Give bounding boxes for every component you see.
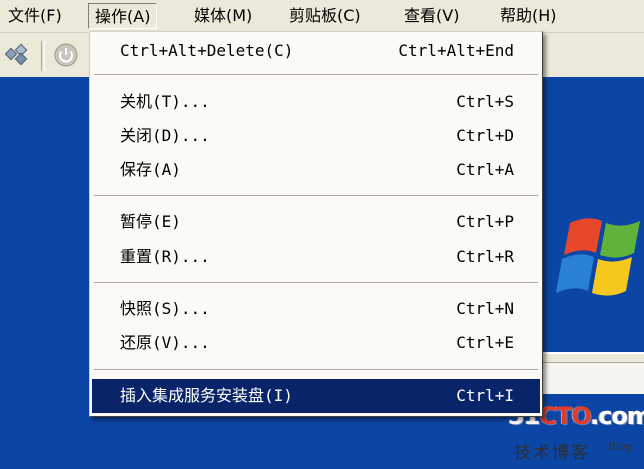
menu-item-insert-integration-services[interactable]: 插入集成服务安装盘(I) Ctrl+I (92, 379, 540, 413)
menu-item-label: Ctrl+Alt+Delete(C) (120, 41, 294, 60)
network-icon[interactable] (4, 41, 32, 69)
menu-item-shortcut: Ctrl+D (456, 126, 514, 145)
menu-item-label: 快照(S)... (120, 299, 210, 318)
menu-item-label: 插入集成服务安装盘(I) (120, 386, 293, 405)
menu-item-snapshot[interactable]: 快照(S)... Ctrl+N (92, 292, 540, 326)
menu-item-shortcut: Ctrl+P (456, 212, 514, 231)
menu-item-label: 关机(T)... (120, 92, 210, 111)
watermark-tagline: 技术博客 (514, 443, 590, 463)
menu-item-revert[interactable]: 还原(V)... Ctrl+E (92, 326, 540, 360)
menu-item-shortcut: Ctrl+Alt+End (398, 41, 514, 60)
menu-item-label: 暂停(E) (120, 212, 181, 231)
menu-item-pause[interactable]: 暂停(E) Ctrl+P (92, 205, 540, 239)
watermark-blog: Blog (608, 440, 633, 453)
watermark-brand-com: .com (590, 402, 644, 430)
toolbar-separator (41, 41, 45, 71)
menu-item-shortcut: Ctrl+R (456, 247, 514, 266)
windows-logo-icon (540, 205, 644, 315)
menu-separator (94, 74, 538, 76)
menu-item-shortcut: Ctrl+I (456, 386, 514, 405)
menu-bar: 文件(F) 操作(A) 媒体(M) 剪贴板(C) 查看(V) 帮助(H) (0, 0, 644, 33)
menu-help[interactable]: 帮助(H) (494, 3, 563, 29)
menu-action[interactable]: 操作(A) (88, 3, 158, 29)
menu-item-ctrl-alt-delete[interactable]: Ctrl+Alt+Delete(C) Ctrl+Alt+End (92, 34, 540, 68)
menu-item-label: 还原(V)... (120, 333, 210, 352)
menu-item-label: 重置(R)... (120, 247, 210, 266)
menu-file[interactable]: 文件(F) (2, 3, 68, 29)
menu-item-turn-off[interactable]: 关闭(D)... Ctrl+D (92, 119, 540, 153)
menu-item-shortcut: Ctrl+A (456, 160, 514, 179)
menu-item-shortcut: Ctrl+N (456, 299, 514, 318)
menu-view[interactable]: 查看(V) (398, 3, 465, 29)
menu-separator (94, 369, 538, 371)
menu-item-shortcut: Ctrl+E (456, 333, 514, 352)
action-dropdown-menu: Ctrl+Alt+Delete(C) Ctrl+Alt+End 关机(T)...… (89, 31, 543, 417)
menu-media[interactable]: 媒体(M) (188, 3, 258, 29)
watermark-brand-cto: CTO (539, 402, 591, 430)
menu-item-label: 保存(A) (120, 160, 181, 179)
power-icon[interactable] (52, 41, 80, 69)
menu-item-shutdown[interactable]: 关机(T)... Ctrl+S (92, 85, 540, 119)
menu-item-save[interactable]: 保存(A) Ctrl+A (92, 153, 540, 187)
menu-item-shortcut: Ctrl+S (456, 92, 514, 111)
menu-item-reset[interactable]: 重置(R)... Ctrl+R (92, 240, 540, 274)
menu-item-label: 关闭(D)... (120, 126, 210, 145)
menu-clipboard[interactable]: 剪贴板(C) (283, 3, 367, 29)
menu-separator (94, 195, 538, 197)
menu-separator (94, 282, 538, 284)
